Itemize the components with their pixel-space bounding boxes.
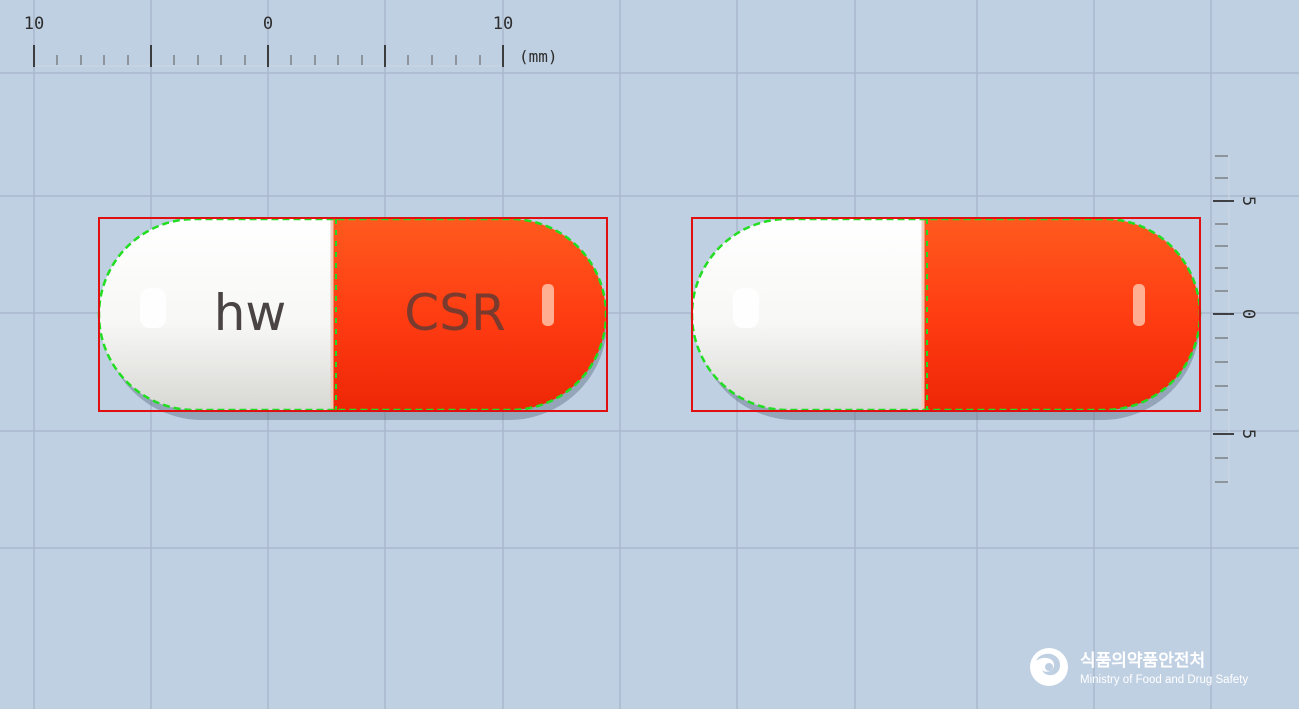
mfds-logo: 식품의약품안전처 Ministry of Food and Drug Safet… [1030,648,1248,686]
right-ruler-label-bottom: 5 [1238,429,1258,439]
right-ruler-label-top: 5 [1238,196,1258,206]
pill-image-canvas: 10 0 10 (mm) 5 0 5 hw CSR 식품의약품안전처 Minis… [0,0,1299,709]
pill-back [690,217,1202,420]
right-ruler: 5 0 5 [1213,155,1258,485]
top-ruler-label-center: 0 [263,14,273,34]
top-ruler-label-right: 10 [493,14,513,34]
top-ruler: 10 0 10 (mm) [24,14,558,67]
right-ruler-label-center: 0 [1238,309,1258,319]
pill-front-imprint-left: hw [214,284,287,342]
mfds-emblem-icon [1030,648,1068,686]
ruler-unit-label: (mm) [519,47,558,66]
pill-front-imprint-right: CSR [404,284,505,342]
logo-english-name: Ministry of Food and Drug Safety [1080,674,1248,686]
top-ruler-label-left: 10 [24,14,44,34]
pill-front: hw CSR [97,217,608,420]
logo-korean-name: 식품의약품안전처 [1080,650,1205,671]
